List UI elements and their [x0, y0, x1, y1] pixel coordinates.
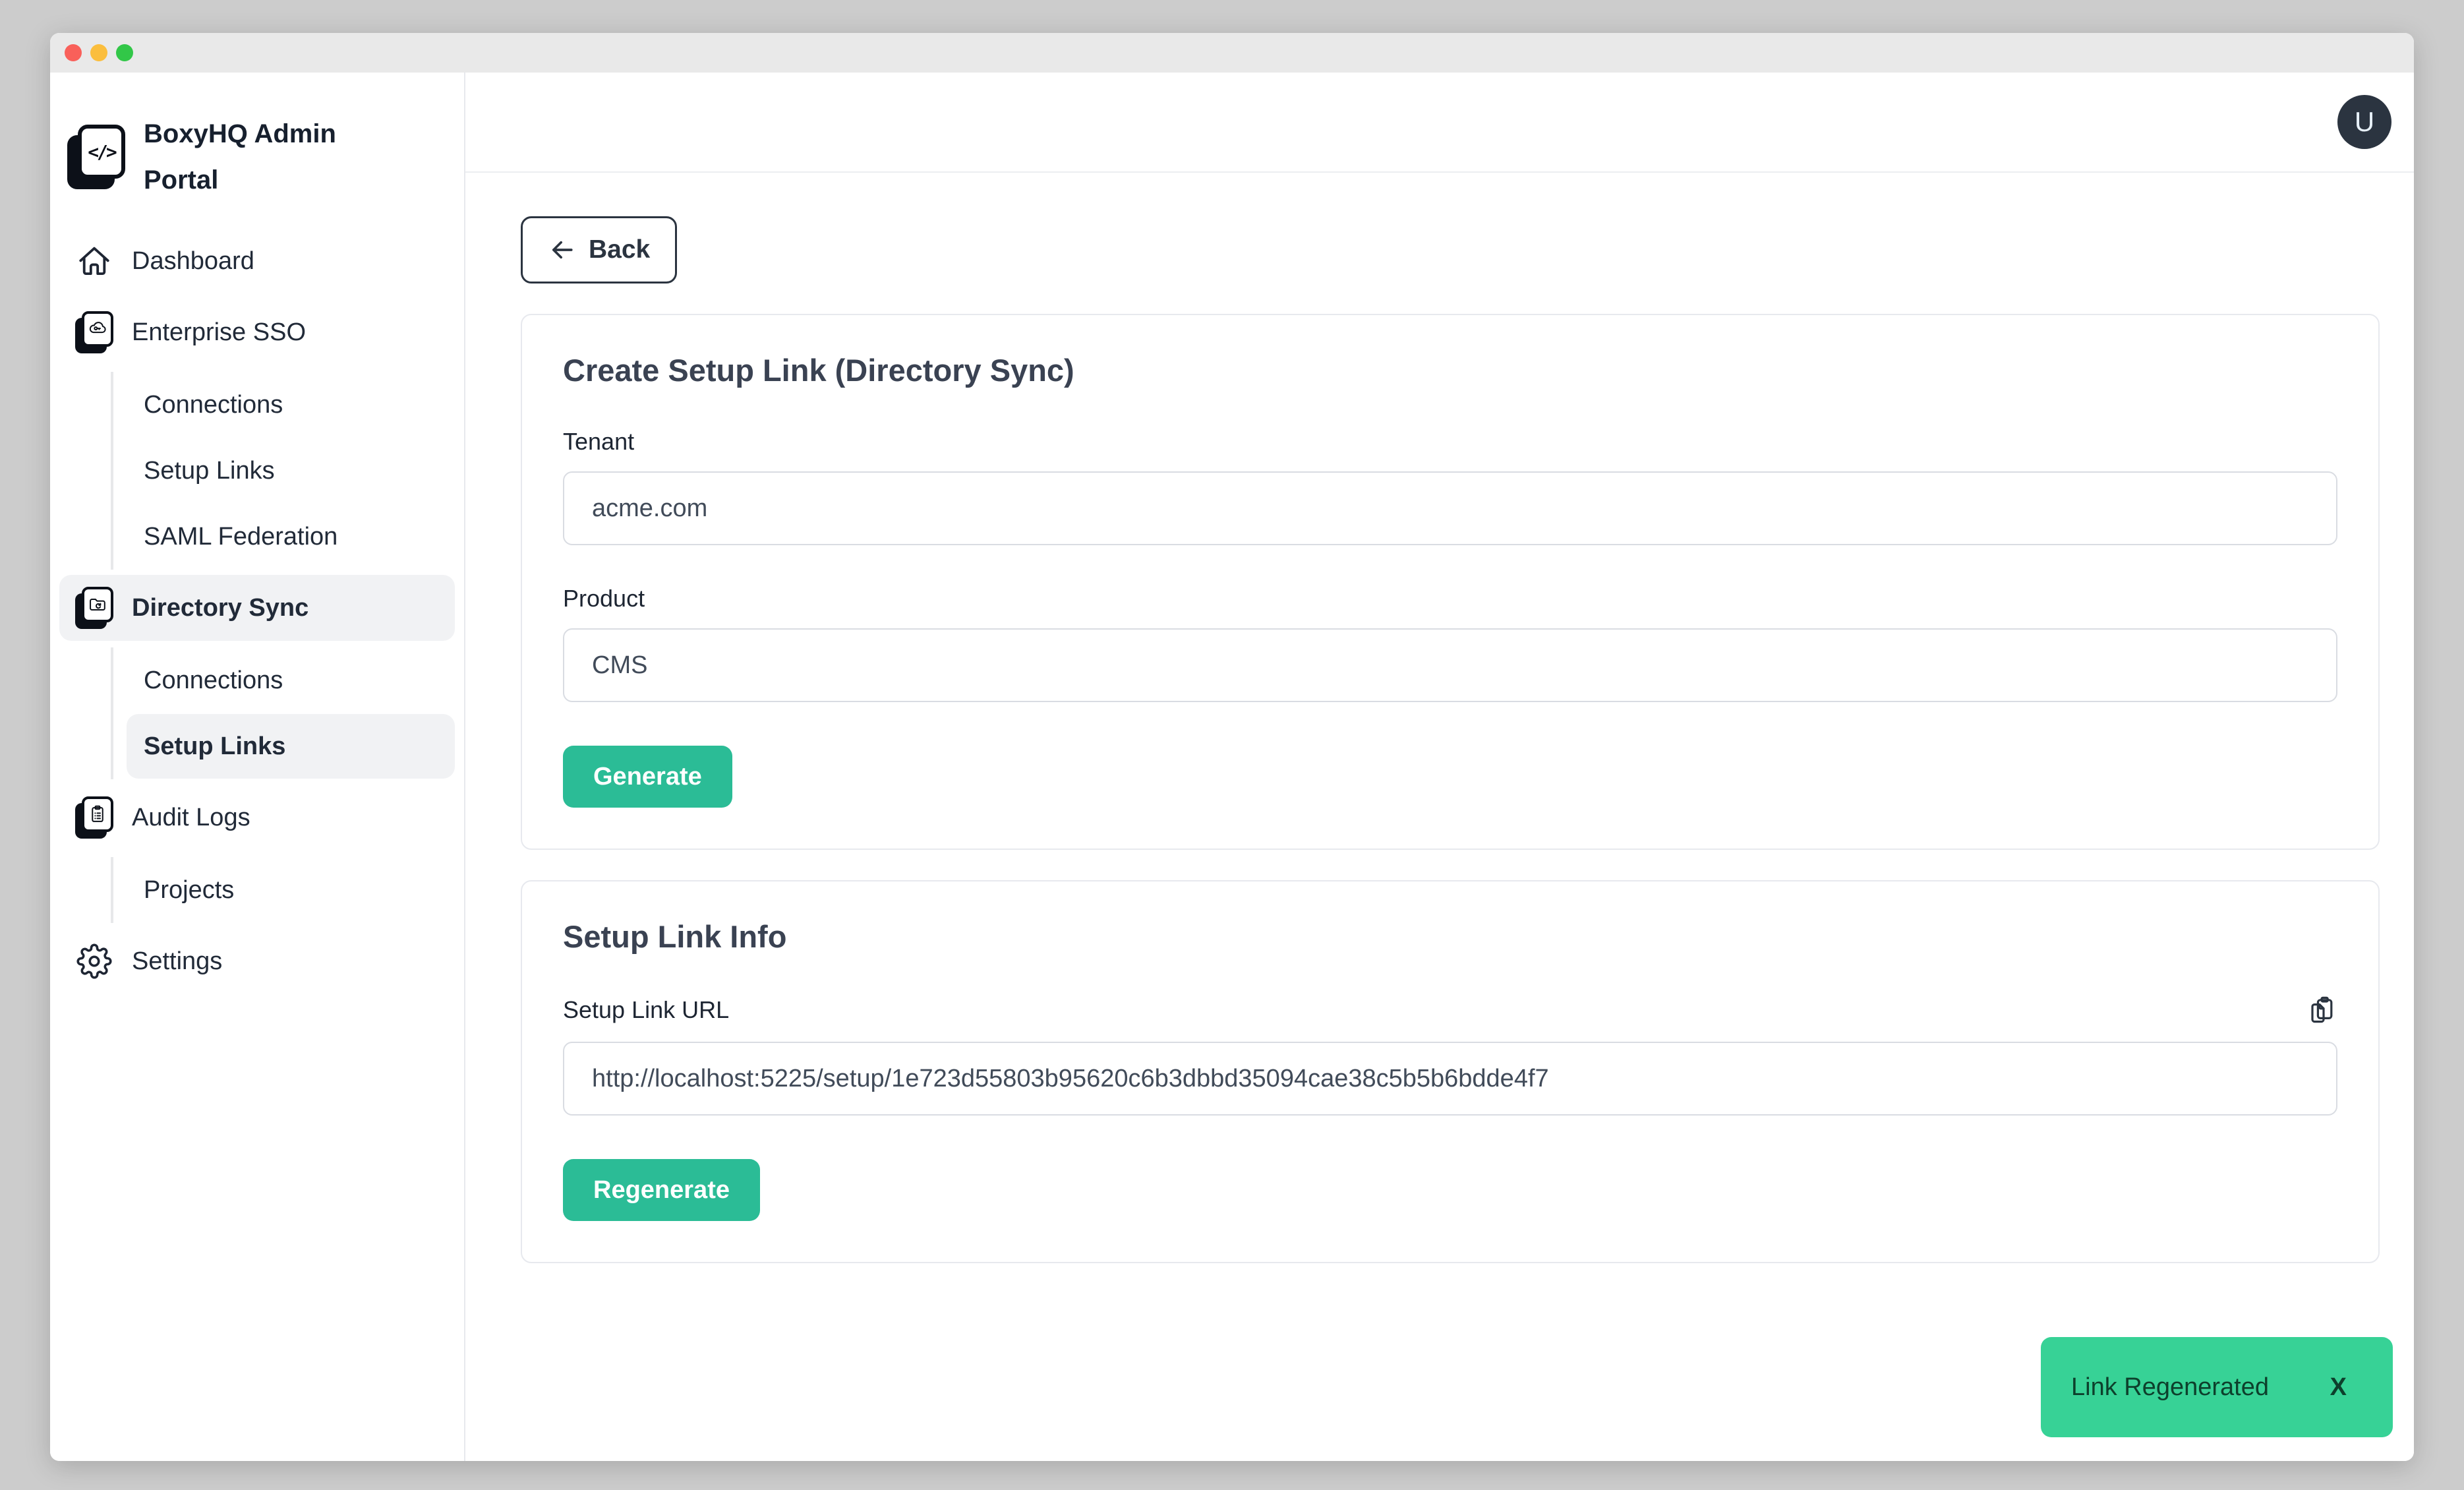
sidebar-item-label: Connections	[144, 667, 283, 695]
sidebar-item-label: SAML Federation	[144, 523, 337, 551]
enterprise-sso-subnav: Connections Setup Links SAML Federation	[111, 372, 455, 570]
create-setup-link-card: Create Setup Link (Directory Sync) Tenan…	[521, 314, 2380, 850]
directory-sync-subnav: Connections Setup Links	[111, 647, 455, 779]
sidebar-item-label: Enterprise SSO	[132, 318, 306, 347]
toast-close-button[interactable]: X	[2330, 1373, 2347, 1402]
card-title: Setup Link Info	[563, 918, 2337, 955]
sidebar-item-saml-federation[interactable]: SAML Federation	[127, 504, 455, 569]
regenerate-button[interactable]: Regenerate	[563, 1159, 760, 1221]
header: U	[465, 73, 2414, 173]
sidebar-item-label: Projects	[144, 876, 234, 905]
back-button-label: Back	[589, 235, 650, 264]
copy-icon[interactable]	[2306, 994, 2337, 1026]
sidebar-item-enterprise-sso[interactable]: Enterprise SSO	[59, 299, 455, 365]
sidebar-item-audit-logs[interactable]: Audit Logs	[59, 785, 455, 850]
home-icon	[75, 243, 113, 279]
sidebar-item-label: Setup Links	[144, 732, 285, 761]
maximize-window-button[interactable]	[116, 44, 133, 61]
setup-link-url-label: Setup Link URL	[563, 996, 729, 1024]
sidebar-item-label: Settings	[132, 947, 222, 976]
audit-logs-clipboard-icon	[75, 796, 113, 839]
sidebar-item-label: Dashboard	[132, 247, 254, 276]
sidebar: </> BoxyHQ Admin Portal Dashboard	[50, 73, 465, 1461]
sidebar-item-dashboard[interactable]: Dashboard	[59, 228, 455, 294]
close-window-button[interactable]	[65, 44, 82, 61]
sidebar-item-sso-connections[interactable]: Connections	[127, 372, 455, 437]
boxyhq-logo-icon: </>	[67, 125, 125, 189]
setup-link-url-input[interactable]	[563, 1042, 2337, 1116]
logo: </> BoxyHQ Admin Portal	[67, 111, 455, 203]
sidebar-item-label: Setup Links	[144, 457, 275, 485]
window-titlebar	[50, 33, 2414, 73]
setup-link-info-card: Setup Link Info Setup Link URL	[521, 880, 2380, 1263]
card-title: Create Setup Link (Directory Sync)	[563, 352, 2337, 388]
toast-message: Link Regenerated	[2071, 1373, 2269, 1402]
sidebar-item-dsync-connections[interactable]: Connections	[127, 648, 455, 713]
sidebar-item-dsync-setup-links[interactable]: Setup Links	[127, 714, 455, 779]
audit-logs-subnav: Projects	[111, 857, 455, 923]
app-window: </> BoxyHQ Admin Portal Dashboard	[50, 33, 2414, 1461]
sidebar-item-label: Directory Sync	[132, 594, 308, 622]
app-title: BoxyHQ Admin Portal	[144, 111, 361, 203]
sidebar-item-label: Audit Logs	[132, 804, 250, 832]
sidebar-item-sso-setup-links[interactable]: Setup Links	[127, 438, 455, 503]
sidebar-nav: Dashboard	[59, 228, 455, 999]
back-button[interactable]: Back	[521, 216, 677, 283]
minimize-window-button[interactable]	[90, 44, 107, 61]
gear-icon	[75, 943, 113, 979]
sidebar-item-directory-sync[interactable]: Directory Sync	[59, 575, 455, 641]
sidebar-item-projects[interactable]: Projects	[127, 858, 455, 922]
sidebar-item-settings[interactable]: Settings	[59, 928, 455, 994]
product-input[interactable]	[563, 628, 2337, 702]
tenant-label: Tenant	[563, 428, 2337, 456]
tenant-input[interactable]	[563, 471, 2337, 545]
sso-cloud-key-icon	[75, 311, 113, 353]
toast-success: Link Regenerated X	[2041, 1337, 2393, 1437]
arrow-left-icon	[548, 235, 577, 264]
code-glyph: </>	[88, 141, 115, 163]
sidebar-item-label: Connections	[144, 391, 283, 419]
page-content: Back Create Setup Link (Directory Sync) …	[465, 173, 2414, 1263]
directory-sync-folder-icon	[75, 587, 113, 629]
generate-button[interactable]: Generate	[563, 746, 732, 808]
product-label: Product	[563, 585, 2337, 612]
user-avatar[interactable]: U	[2337, 95, 2391, 149]
avatar-initial: U	[2355, 106, 2374, 138]
